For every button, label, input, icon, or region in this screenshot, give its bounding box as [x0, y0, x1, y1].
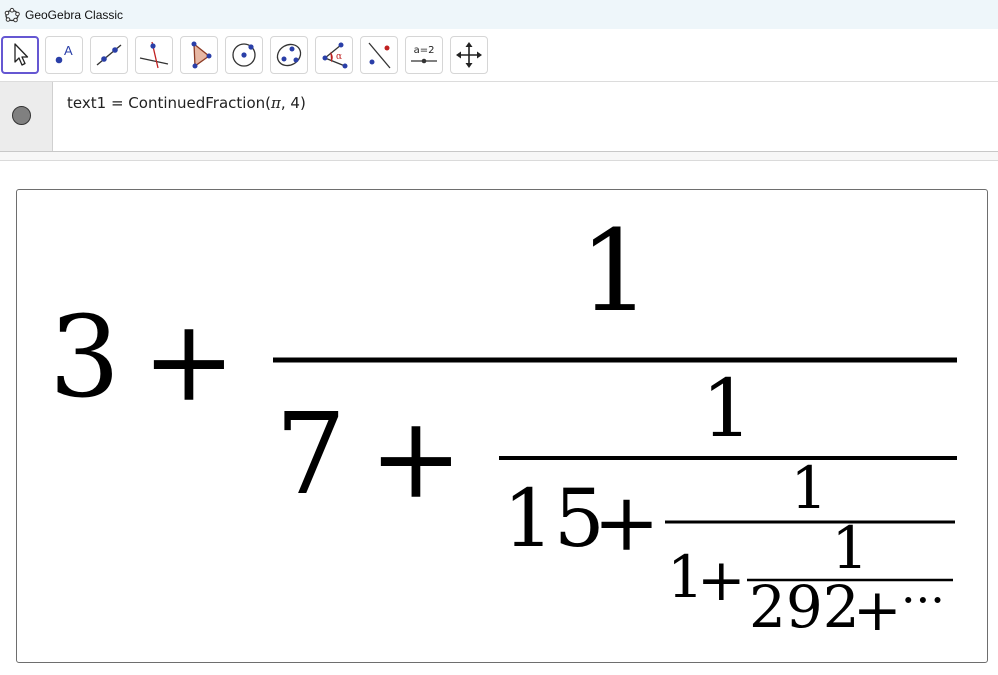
divider [0, 160, 998, 161]
line-tool-button[interactable] [90, 36, 128, 74]
entry-name: text1 [67, 94, 107, 112]
continued-fraction: 3 + 1 7 + 1 15 + 1 1 + 1 292 + ··· [49, 207, 957, 644]
slider-tool-icon: a=2 [411, 45, 437, 64]
title-bar: GeoGebra Classic [0, 0, 998, 29]
move-graphics-view-tool-icon [456, 42, 482, 68]
geogebra-logo-icon [4, 7, 20, 23]
cf-plus-2: + [593, 476, 660, 569]
entry-arg-terms: 4 [290, 94, 300, 112]
circle-with-center-tool-icon [232, 43, 256, 67]
cf-term-a1: 7 [275, 390, 346, 520]
toolbar: A α a=2 [0, 29, 998, 82]
svg-text:α: α [336, 52, 342, 62]
entry-equals: = [110, 94, 124, 112]
cf-term-a4: 292 [749, 573, 860, 641]
cf-plus-4: + [853, 576, 902, 644]
window-title: GeoGebra Classic [25, 7, 124, 22]
perpendicular-line-tool-button[interactable] [135, 36, 173, 74]
cf-plus-3: + [697, 546, 746, 614]
cf-plus-1: + [369, 394, 463, 524]
ellipse-tool-button[interactable] [270, 36, 308, 74]
reflect-about-line-tool-icon [368, 42, 391, 69]
point-tool-button[interactable]: A [45, 36, 83, 74]
cf-plus-0: + [142, 297, 236, 427]
entry-command: ContinuedFraction( [128, 94, 271, 112]
ellipse-tool-icon [276, 43, 302, 67]
slider-tool-label: a=2 [414, 45, 435, 56]
move-tool-icon [14, 43, 29, 66]
entry-comma: , [280, 94, 291, 112]
algebra-marker-column [0, 82, 53, 152]
cf-numerator-0: 1 [579, 207, 650, 337]
entry-arg-pi: π [271, 94, 281, 112]
entry-close: ) [299, 94, 306, 112]
splitter[interactable] [0, 152, 998, 160]
move-tool-button[interactable] [1, 36, 39, 74]
cf-term-a0: 3 [49, 293, 120, 423]
slider-tool-button[interactable]: a=2 [405, 36, 443, 74]
circle-with-center-tool-button[interactable] [225, 36, 263, 74]
cf-numerator-3: 1 [832, 514, 869, 582]
line-tool-icon [96, 44, 122, 66]
cf-numerator-1: 1 [702, 362, 753, 455]
text1-box[interactable]: 3 + 1 7 + 1 15 + 1 1 + 1 292 + ··· [16, 189, 988, 663]
move-graphics-view-tool-button[interactable] [450, 36, 488, 74]
point-tool-icon: A [55, 43, 73, 64]
angle-tool-button[interactable]: α [315, 36, 353, 74]
cf-numerator-2: 1 [791, 454, 828, 522]
perpendicular-line-tool-icon [139, 41, 169, 69]
reflect-about-line-tool-button[interactable] [360, 36, 398, 74]
visibility-toggle[interactable] [12, 106, 31, 125]
cf-ellipsis: ··· [901, 573, 945, 627]
polygon-tool-icon [191, 41, 212, 69]
cf-term-a2: 15 [503, 472, 605, 565]
algebra-view: text1 = ContinuedFraction(π, 4) [0, 82, 998, 152]
angle-tool-icon: α [322, 42, 348, 69]
polygon-tool-button[interactable] [180, 36, 218, 74]
algebra-entry[interactable]: text1 = ContinuedFraction(π, 4) [67, 94, 306, 112]
svg-text:A: A [64, 43, 73, 58]
